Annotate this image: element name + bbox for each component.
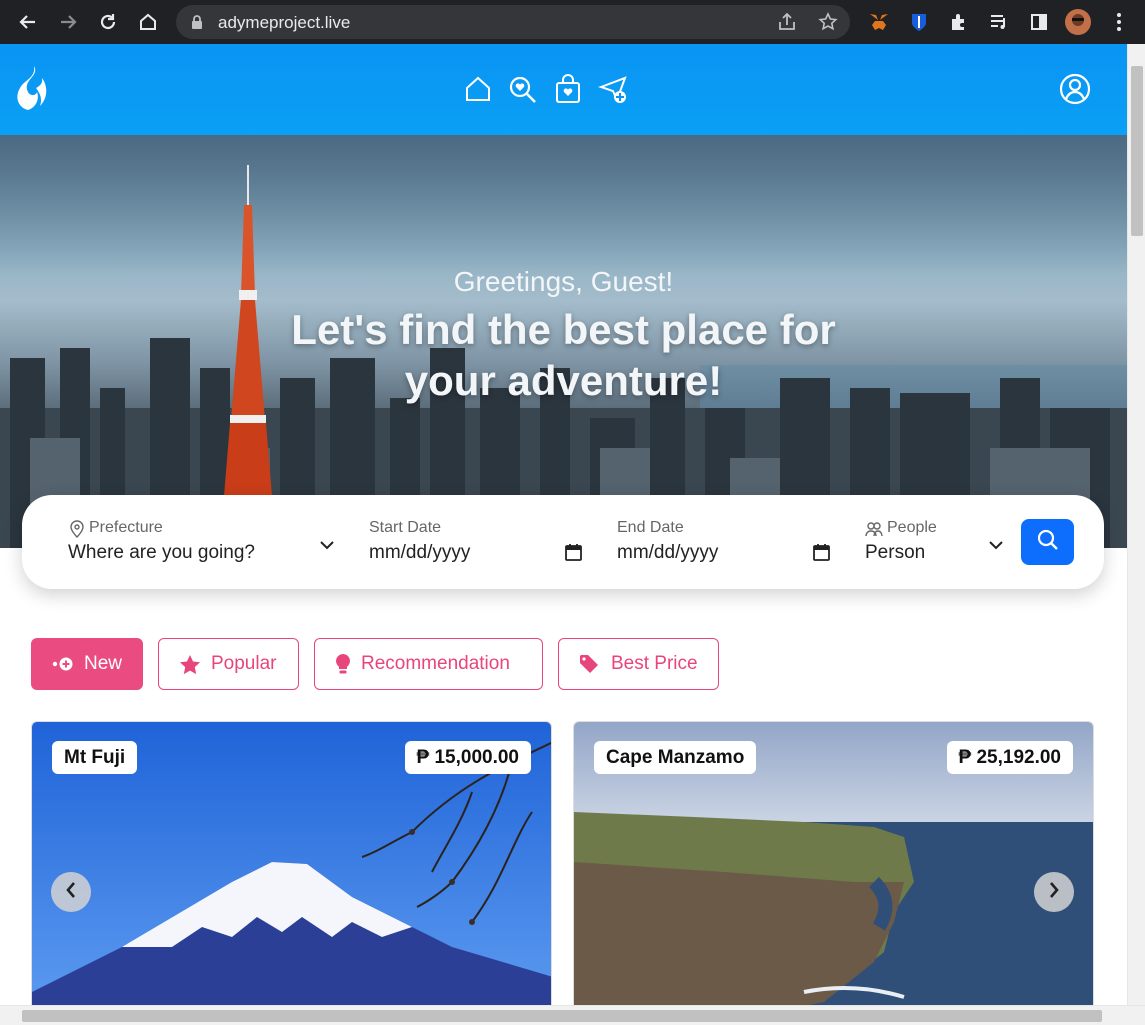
bulb-icon xyxy=(335,653,351,675)
chevron-right-icon xyxy=(1048,881,1060,904)
chevron-left-icon xyxy=(65,881,77,904)
search-button[interactable] xyxy=(1021,519,1074,565)
home-nav-icon[interactable] xyxy=(464,75,492,108)
calendar-icon[interactable] xyxy=(565,543,582,566)
card-price: ₱ 25,192.00 xyxy=(946,741,1073,774)
headline-line-1: Let's find the best place for xyxy=(291,306,836,353)
carousel-next-button[interactable] xyxy=(1034,872,1074,912)
people-label: People xyxy=(887,519,937,536)
tokyo-tower-image xyxy=(220,165,276,545)
card-title: Mt Fuji xyxy=(52,741,138,774)
end-date-label: End Date xyxy=(617,519,684,536)
side-panel-icon[interactable] xyxy=(1026,9,1052,35)
prefecture-label: Prefecture xyxy=(89,519,163,536)
chevron-down-icon[interactable] xyxy=(989,537,1003,555)
puzzle-extensions-icon[interactable] xyxy=(946,9,972,35)
vertical-scrollbar[interactable] xyxy=(1127,44,1145,1005)
headline-line-2: your adventure! xyxy=(404,357,723,404)
reload-icon[interactable] xyxy=(94,8,122,36)
bookmark-star-icon[interactable] xyxy=(818,12,838,37)
horizontal-scrollbar[interactable] xyxy=(0,1005,1145,1025)
hero-banner: Greetings, Guest! Let's find the best pl… xyxy=(0,135,1127,548)
back-arrow-icon[interactable] xyxy=(14,8,42,36)
scrollbar-thumb[interactable] xyxy=(1131,66,1143,236)
filter-popular-label: Popular xyxy=(211,653,277,674)
carousel-prev-button[interactable] xyxy=(51,872,91,912)
new-icon xyxy=(52,657,74,671)
filter-recommendation-button[interactable]: Recommendation xyxy=(314,638,543,690)
card-title: Cape Manzamo xyxy=(594,741,757,774)
user-account-icon[interactable] xyxy=(1059,73,1091,110)
forward-arrow-icon[interactable] xyxy=(54,8,82,36)
prefecture-select[interactable]: Where are you going? xyxy=(68,542,255,564)
filter-recommendation-label: Recommendation xyxy=(361,653,510,674)
filter-new-label: New xyxy=(84,653,123,674)
url-text: adymeproject.live xyxy=(218,13,351,32)
metamask-extension-icon[interactable] xyxy=(866,9,892,35)
lock-icon xyxy=(190,14,204,35)
people-icon xyxy=(865,521,883,542)
star-icon xyxy=(179,654,201,675)
media-control-icon[interactable] xyxy=(986,9,1012,35)
location-pin-icon xyxy=(70,520,84,543)
filter-popular-button[interactable]: Popular xyxy=(158,638,299,690)
greeting-text: Greetings, Guest! xyxy=(453,266,674,297)
flame-logo-icon[interactable] xyxy=(14,64,52,121)
scrollbar-thumb[interactable] xyxy=(22,1010,1102,1022)
destination-card[interactable]: Mt Fuji ₱ 15,000.00 xyxy=(31,721,552,1005)
end-date-input[interactable]: mm/dd/yyyy xyxy=(617,542,718,564)
site-header xyxy=(0,44,1127,135)
kebab-menu-icon[interactable] xyxy=(1106,9,1132,35)
destination-card[interactable]: Cape Manzamo ₱ 25,192.00 xyxy=(573,721,1094,1005)
tag-icon xyxy=(579,654,601,674)
browser-toolbar: adymeproject.live xyxy=(0,0,1145,44)
home-icon[interactable] xyxy=(134,8,162,36)
send-plus-icon[interactable] xyxy=(598,75,630,110)
calendar-icon[interactable] xyxy=(813,543,830,566)
bitwarden-extension-icon[interactable] xyxy=(906,9,932,35)
people-select[interactable]: Person xyxy=(865,542,925,564)
address-bar[interactable]: adymeproject.live xyxy=(176,5,850,39)
search-icon xyxy=(1037,529,1059,556)
profile-avatar-icon[interactable] xyxy=(1065,9,1091,35)
start-date-input[interactable]: mm/dd/yyyy xyxy=(369,542,470,564)
start-date-label: Start Date xyxy=(369,519,442,536)
chevron-down-icon[interactable] xyxy=(320,537,334,555)
shopping-bag-icon[interactable] xyxy=(554,74,582,109)
card-price: ₱ 15,000.00 xyxy=(404,741,531,774)
share-icon[interactable] xyxy=(778,12,798,36)
page-viewport: Greetings, Guest! Let's find the best pl… xyxy=(0,44,1127,1005)
search-bar: Prefecture Where are you going? Start Da… xyxy=(22,495,1104,589)
search-heart-icon[interactable] xyxy=(508,75,538,110)
filter-best-price-label: Best Price xyxy=(611,653,698,674)
filter-best-price-button[interactable]: Best Price xyxy=(558,638,719,690)
filter-new-button[interactable]: New xyxy=(31,638,143,690)
